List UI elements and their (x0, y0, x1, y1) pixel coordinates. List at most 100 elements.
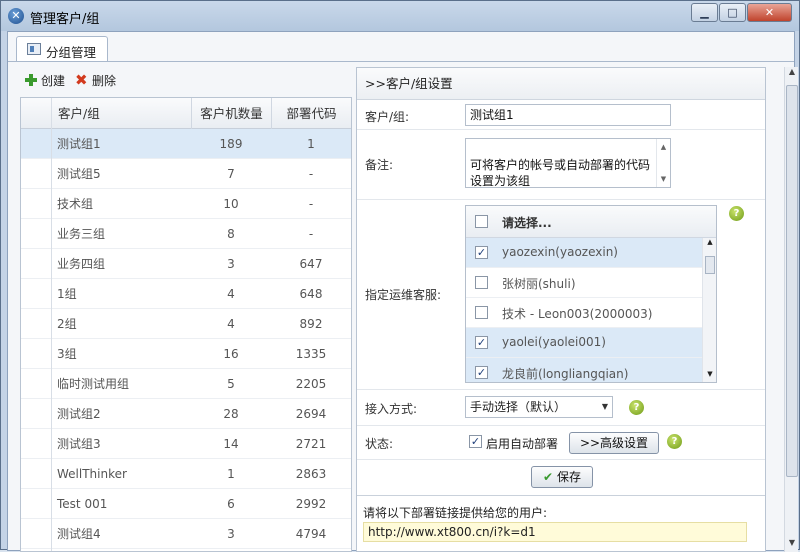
note-label: 备注: (365, 158, 394, 172)
cell-group-name: 1组 (57, 287, 77, 301)
ops-staff-list-header: 请选择... (466, 206, 716, 238)
checkmark-icon: ✔ (543, 470, 554, 484)
table-row[interactable]: Test 001 6 2992 (21, 489, 351, 519)
ops-staff-checkbox[interactable]: ✓ (475, 246, 488, 259)
table-row[interactable]: 3组 16 1335 (21, 339, 351, 369)
save-row: ✔ 保存 (357, 460, 765, 496)
client-area: 分组管理 创建 ✖ 删除 客户/组 客户机数量 部署代码 测试组1 189 1 测试组… (7, 31, 798, 552)
ops-staff-option[interactable]: 技术 - Leon003(2000003) (466, 298, 702, 328)
create-label: 创建 (41, 74, 66, 88)
table-row[interactable]: WellThinker 1 2863 (21, 459, 351, 489)
cell-client-count: 4 (227, 287, 235, 301)
tab-strip-divider (8, 61, 794, 62)
cell-group-name: 测试组4 (57, 527, 101, 541)
auto-deploy-checkbox[interactable]: ✓ (469, 435, 482, 448)
ops-staff-option[interactable]: ✓ 龙良前(longliangqian) (466, 358, 702, 382)
ops-help-icon[interactable]: ? (729, 206, 744, 221)
ops-staff-option[interactable]: ✓ yaolei(yaolei001) (466, 328, 702, 358)
ops-staff-name: 龙良前(longliangqian) (502, 367, 629, 381)
group-settings-panel: >>客户/组设置 客户/组: 测试组1 备注: 可将客户的帐号或自动部署的代码 … (356, 67, 766, 552)
group-card-icon (27, 43, 41, 55)
table-row[interactable]: 测试组4 3 4794 (21, 519, 351, 549)
ops-list-scrollbar[interactable]: ▲ ▼ (702, 238, 716, 382)
status-help-icon[interactable]: ? (667, 434, 682, 449)
cell-client-count: 4 (227, 317, 235, 331)
select-all-label: 请选择... (502, 216, 552, 230)
cell-group-name: 临时测试用组 (57, 377, 130, 391)
cell-client-count: 5 (227, 377, 235, 391)
table-row[interactable]: 测试组2 28 2694 (21, 399, 351, 429)
access-help-icon[interactable]: ? (629, 400, 644, 415)
maximize-button[interactable]: □ (719, 3, 746, 22)
cell-client-count: 14 (223, 437, 239, 451)
select-all-checkbox[interactable] (475, 215, 488, 228)
ops-staff-checkbox[interactable]: ✓ (475, 366, 488, 379)
chevron-down-icon: ▼ (601, 402, 608, 411)
window-scrollbar[interactable]: ▲ ▼ (784, 67, 798, 552)
ops-staff-checkbox[interactable] (475, 306, 488, 319)
scroll-up-icon[interactable]: ▲ (785, 67, 799, 81)
note-scrollbar[interactable]: ▲ ▼ (656, 139, 670, 187)
group-name-label: 客户/组: (365, 110, 410, 124)
cell-deploy-code: 647 (299, 257, 323, 271)
cell-deploy-code: - (308, 167, 314, 181)
cell-deploy-code: 648 (299, 287, 323, 301)
window-title: 管理客户/组 (30, 12, 100, 27)
note-text: 可将客户的帐号或自动部署的代码 设置为该组 (470, 158, 651, 188)
ops-staff-label: 指定运维客服: (365, 288, 442, 302)
cell-client-count: 10 (223, 197, 239, 211)
column-header-count[interactable]: 客户机数量 (191, 98, 271, 129)
table-row[interactable]: 业务四组 3 647 (21, 249, 351, 279)
app-window: ✕ 管理客户/组 ▁ □ ✕ 分组管理 创建 ✖ 删除 客户/组 客户机数量 部… (0, 0, 800, 552)
cell-client-count: 7 (227, 167, 235, 181)
window-scroll-thumb[interactable] (786, 85, 798, 477)
cell-deploy-code: - (308, 227, 314, 241)
settings-title: >>客户/组设置 (357, 68, 765, 100)
group-table: 客户/组 客户机数量 部署代码 测试组1 189 1 测试组5 7- 技术组 10- 业务三组… (20, 97, 352, 552)
table-row[interactable]: 测试组3 14 2721 (21, 429, 351, 459)
cell-client-count: 3 (227, 527, 235, 541)
tab-label: 分组管理 (46, 45, 97, 60)
table-row[interactable]: 测试组5 7 - (21, 159, 351, 189)
cell-deploy-code: 2721 (295, 437, 327, 451)
ops-staff-option[interactable]: ✓ yaozexin(yaozexin) (466, 238, 702, 268)
ops-list-scroll-thumb[interactable] (705, 256, 715, 274)
table-row[interactable]: 临时测试用组 5 2205 (21, 369, 351, 399)
access-row: 接入方式: 手动选择（默认） ▼ ? (357, 390, 765, 426)
cell-deploy-code: 2694 (295, 407, 327, 421)
note-textarea[interactable]: 可将客户的帐号或自动部署的代码 设置为该组 ▲ ▼ (465, 138, 671, 188)
ops-staff-checkbox[interactable] (475, 276, 488, 289)
tab-group-management[interactable]: 分组管理 (16, 36, 108, 62)
table-row[interactable]: 测试组1 189 1 (21, 129, 351, 159)
status-label: 状态: (365, 437, 394, 451)
table-row[interactable]: 技术组 10 - (21, 189, 351, 219)
scroll-up-icon[interactable]: ▲ (703, 238, 716, 250)
ops-staff-option[interactable]: 张树丽(shuli) (466, 268, 702, 298)
group-name-input[interactable]: 测试组1 (465, 104, 671, 126)
group-name-row: 客户/组: 测试组1 (357, 100, 765, 130)
scroll-down-icon[interactable]: ▼ (703, 370, 716, 382)
ops-staff-name: yaozexin(yaozexin) (502, 245, 618, 259)
access-label: 接入方式: (365, 402, 418, 416)
cell-group-name: 3组 (57, 347, 77, 361)
ops-staff-checkbox[interactable]: ✓ (475, 336, 488, 349)
close-button[interactable]: ✕ (747, 3, 792, 22)
cell-deploy-code: 2992 (295, 497, 327, 511)
cell-client-count: 1 (227, 467, 235, 481)
ops-staff-name: 技术 - Leon003(2000003) (502, 307, 653, 321)
deploy-link-field[interactable]: http://www.xt800.cn/i?k=d1 (363, 522, 747, 542)
access-select[interactable]: 手动选择（默认） ▼ (465, 396, 613, 418)
column-header-code[interactable]: 部署代码 (271, 98, 351, 129)
row-selector-gutter (51, 98, 52, 551)
save-button[interactable]: ✔ 保存 (531, 466, 593, 488)
column-header-group[interactable]: 客户/组 (51, 98, 191, 129)
advanced-settings-button[interactable]: >>高级设置 (569, 432, 659, 454)
title-bar[interactable]: ✕ 管理客户/组 ▁ □ ✕ (1, 1, 799, 31)
cell-group-name: 测试组1 (57, 137, 101, 151)
minimize-button[interactable]: ▁ (691, 3, 718, 22)
plus-icon (24, 73, 38, 87)
table-row[interactable]: 1组 4 648 (21, 279, 351, 309)
table-row[interactable]: 业务三组 8 - (21, 219, 351, 249)
cell-client-count: 189 (219, 137, 243, 151)
table-row[interactable]: 2组 4 892 (21, 309, 351, 339)
